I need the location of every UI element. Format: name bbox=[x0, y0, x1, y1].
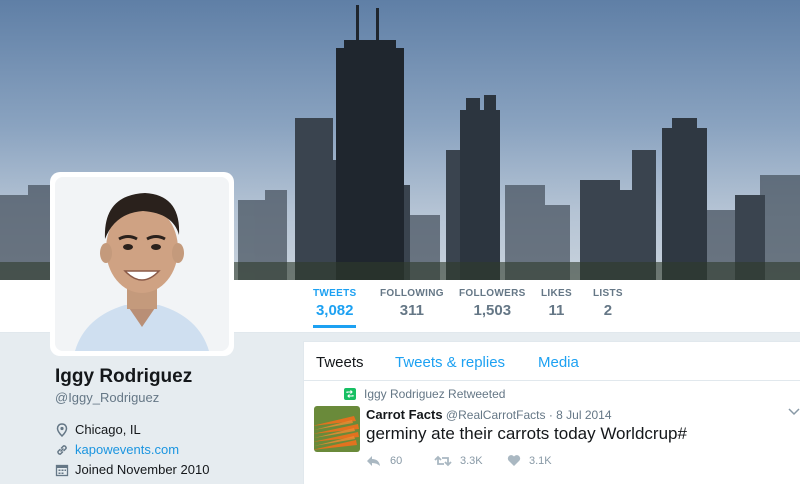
chevron-down-icon[interactable] bbox=[788, 404, 800, 416]
tab-media[interactable]: Media bbox=[538, 354, 579, 371]
stat-likes-value: 11 bbox=[548, 302, 565, 319]
like-action[interactable]: 3.1K bbox=[507, 454, 552, 467]
tweet-author-handle[interactable]: @RealCarrotFacts bbox=[446, 408, 546, 422]
stat-tweets[interactable]: TWEETS 3,082 bbox=[313, 288, 357, 328]
reply-icon bbox=[367, 456, 380, 466]
retweet-context: Iggy Rodriguez Retweeted bbox=[344, 387, 505, 401]
profile-location: Chicago, IL bbox=[75, 422, 141, 437]
heart-icon bbox=[507, 455, 521, 466]
tweet-author-name[interactable]: Carrot Facts bbox=[366, 407, 443, 422]
carrots-image bbox=[314, 406, 360, 452]
stat-followers-label: FOLLOWERS bbox=[459, 288, 526, 299]
profile-location-row: Chicago, IL bbox=[55, 422, 141, 437]
profile-website-link[interactable]: kapowevents.com bbox=[75, 442, 179, 457]
tweet-separator: · bbox=[548, 408, 553, 422]
avatar-frame bbox=[50, 172, 234, 356]
stat-lists[interactable]: LISTS 2 bbox=[593, 288, 623, 319]
stat-likes-label: LIKES bbox=[541, 288, 572, 299]
stat-likes[interactable]: LIKES 11 bbox=[541, 288, 572, 319]
tweet-text: germiny ate their carrots today Worldcru… bbox=[366, 424, 687, 443]
reply-count: 60 bbox=[390, 455, 403, 467]
link-icon bbox=[55, 443, 69, 457]
stat-tweets-value: 3,082 bbox=[315, 302, 354, 319]
stat-tweets-label: TWEETS bbox=[313, 288, 357, 299]
reply-action[interactable]: 60 bbox=[366, 454, 402, 468]
avatar[interactable] bbox=[55, 177, 229, 351]
profile-website-row: kapowevents.com bbox=[55, 442, 179, 457]
tweet-header: Carrot Facts @RealCarrotFacts · 8 Jul 20… bbox=[366, 407, 612, 422]
like-count: 3.1K bbox=[529, 454, 552, 467]
timeline-tabs: Tweets Tweets & replies Media bbox=[304, 342, 800, 381]
stat-followers-value: 1,503 bbox=[473, 302, 512, 319]
tab-tweets[interactable]: Tweets bbox=[316, 354, 364, 371]
retweet-action[interactable]: 3.3K bbox=[434, 454, 483, 468]
avatar-photo bbox=[55, 177, 229, 351]
timeline-card: Tweets Tweets & replies Media Iggy Rodri… bbox=[303, 341, 800, 484]
stat-following-label: FOLLOWING bbox=[380, 288, 444, 299]
calendar-icon bbox=[55, 463, 69, 477]
tweet-author-avatar[interactable] bbox=[314, 406, 360, 452]
profile-name[interactable]: Iggy Rodriguez bbox=[55, 366, 192, 388]
profile-joined: Joined November 2010 bbox=[75, 462, 210, 477]
tab-tweets-replies[interactable]: Tweets & replies bbox=[395, 354, 505, 371]
profile-joined-row: Joined November 2010 bbox=[55, 462, 209, 477]
stat-following[interactable]: FOLLOWING 311 bbox=[380, 288, 444, 319]
stat-following-value: 311 bbox=[399, 302, 424, 319]
profile-handle[interactable]: @Iggy_Rodriguez bbox=[55, 390, 159, 405]
stat-followers[interactable]: FOLLOWERS 1,503 bbox=[459, 288, 526, 319]
retweet-badge-icon bbox=[344, 388, 356, 400]
retweet-count: 3.3K bbox=[460, 455, 483, 467]
stat-lists-label: LISTS bbox=[593, 288, 623, 299]
retweet-context-text[interactable]: Iggy Rodriguez Retweeted bbox=[364, 387, 505, 401]
location-pin-icon bbox=[55, 422, 69, 437]
tweet-date[interactable]: 8 Jul 2014 bbox=[556, 408, 611, 422]
retweet-icon bbox=[434, 455, 452, 467]
stat-lists-value: 2 bbox=[603, 302, 613, 319]
